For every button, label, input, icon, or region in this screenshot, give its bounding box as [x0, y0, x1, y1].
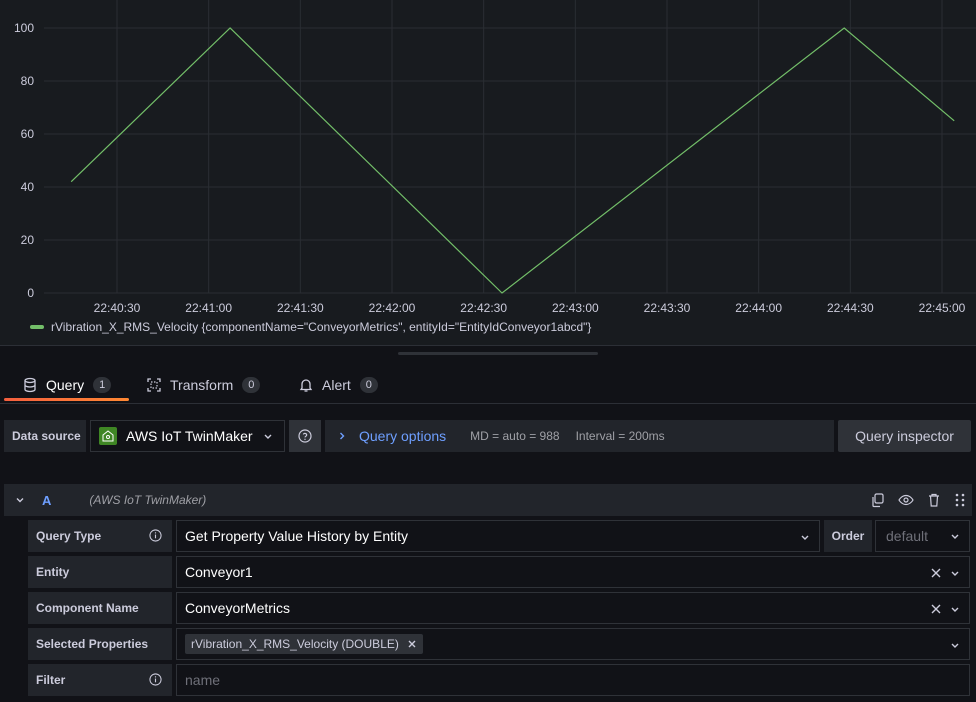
datasource-name: AWS IoT TwinMaker — [126, 428, 253, 444]
datasource-picker[interactable]: AWS IoT TwinMaker — [90, 420, 285, 452]
y-tick-label: 20 — [21, 233, 35, 247]
drag-handle-icon[interactable] — [954, 492, 966, 508]
chevron-down-icon[interactable] — [14, 494, 26, 506]
entity-value: Conveyor1 — [185, 564, 253, 580]
panel-resize-handle[interactable] — [398, 352, 598, 355]
time-series-panel: 0 20 40 60 80 100 22:40:30 22:41:00 22:41:30 22:4… — [0, 0, 976, 346]
tab-alert[interactable]: Alert 0 — [298, 366, 378, 404]
component-name-label: Component Name — [28, 592, 172, 624]
legend-series-label: rVibration_X_RMS_Velocity {componentName… — [51, 320, 592, 334]
x-tick-label: 22:42:00 — [369, 301, 416, 315]
clear-icon[interactable] — [929, 601, 943, 617]
x-tick-label: 22:40:30 — [94, 301, 141, 315]
tab-alert-label: Alert — [322, 377, 351, 393]
x-tick-label: 22:42:30 — [460, 301, 507, 315]
question-circle-icon — [298, 429, 312, 443]
duplicate-icon[interactable] — [870, 492, 886, 508]
tab-transform-label: Transform — [170, 377, 234, 393]
x-tick-label: 22:43:30 — [644, 301, 691, 315]
filter-name-input[interactable]: name — [176, 664, 970, 696]
query-type-select[interactable]: Get Property Value History by Entity — [176, 520, 820, 552]
query-tabs: Query 1 Transform 0 Alert 0 — [0, 366, 976, 404]
datasource-help-button[interactable] — [289, 420, 321, 452]
tab-query-label: Query — [46, 377, 85, 393]
transform-icon — [147, 378, 161, 392]
property-chip: rVibration_X_RMS_Velocity (DOUBLE) — [185, 634, 423, 654]
chevron-down-icon — [264, 434, 272, 439]
entity-label: Entity — [28, 556, 172, 588]
property-chip-label: rVibration_X_RMS_Velocity (DOUBLE) — [191, 637, 399, 651]
tab-transform[interactable]: Transform 0 — [146, 366, 261, 404]
query-type-value: Get Property Value History by Entity — [185, 528, 409, 544]
order-select[interactable]: default — [875, 520, 970, 552]
component-name-value: ConveyorMetrics — [185, 600, 291, 616]
entity-select[interactable]: Conveyor1 — [176, 556, 970, 588]
component-name-select[interactable]: ConveyorMetrics — [176, 592, 970, 624]
x-tick-label: 22:44:00 — [735, 301, 782, 315]
query-type-label-text: Query Type — [36, 529, 102, 543]
active-tab-indicator — [4, 398, 129, 401]
query-datasource-name: (AWS IoT TwinMaker) — [89, 493, 207, 507]
filter-label-text: Filter — [36, 673, 66, 687]
query-ref-id[interactable]: A — [42, 493, 51, 508]
query-options[interactable]: Query options MD = auto = 988 Interval =… — [325, 420, 834, 452]
selected-properties-label: Selected Properties — [28, 628, 172, 660]
bell-icon — [299, 379, 313, 392]
max-data-points: MD = auto = 988 — [470, 429, 560, 443]
query-type-label: Query Type — [28, 520, 172, 552]
filter-placeholder: name — [185, 672, 221, 688]
query-inspector-button[interactable]: Query inspector — [838, 420, 971, 452]
selected-properties-multiselect[interactable]: rVibration_X_RMS_Velocity (DOUBLE) — [176, 628, 970, 660]
order-value: default — [886, 528, 929, 544]
chevron-right-icon — [340, 432, 345, 440]
chevron-down-icon — [951, 534, 959, 539]
clear-icon[interactable] — [929, 565, 943, 581]
chart-legend[interactable]: rVibration_X_RMS_Velocity {componentName… — [30, 320, 591, 334]
info-icon[interactable] — [149, 529, 162, 542]
x-tick-label: 22:41:00 — [185, 301, 232, 315]
database-icon — [24, 377, 36, 393]
tab-transform-count: 0 — [242, 377, 261, 393]
tab-query-count: 1 — [93, 377, 112, 393]
y-tick-label: 40 — [21, 180, 35, 194]
query-row-actions — [870, 492, 966, 508]
chevron-down-icon — [951, 571, 959, 576]
query-options-label: Query options — [359, 428, 447, 444]
legend-swatch — [30, 325, 44, 329]
chart-svg: 0 20 40 60 80 100 22:40:30 22:41:00 22:41:30 22:4… — [14, 0, 976, 315]
tab-alert-count: 0 — [359, 377, 378, 393]
x-tick-label: 22:44:30 — [827, 301, 874, 315]
x-tick-label: 22:41:30 — [277, 301, 324, 315]
remove-chip-icon[interactable] — [407, 639, 417, 649]
chevron-down-icon — [951, 607, 959, 612]
y-tick-label: 60 — [21, 127, 35, 141]
interval: Interval = 200ms — [575, 429, 665, 443]
chevron-down-icon — [801, 535, 809, 540]
query-row-header: A (AWS IoT TwinMaker) — [4, 484, 972, 516]
x-tick-label: 22:43:00 — [552, 301, 599, 315]
eye-icon[interactable] — [898, 492, 914, 508]
series-line — [70, 27, 955, 294]
datasource-label: Data source — [4, 420, 86, 452]
y-tick-label: 0 — [27, 286, 34, 300]
y-tick-label: 100 — [14, 21, 34, 35]
twinmaker-logo-icon — [99, 427, 117, 445]
filter-label: Filter — [28, 664, 172, 696]
y-tick-label: 80 — [21, 74, 35, 88]
trash-icon[interactable] — [926, 492, 942, 508]
x-tick-label: 22:45:00 — [919, 301, 966, 315]
order-label: Order — [824, 520, 872, 552]
info-icon[interactable] — [149, 673, 162, 686]
chevron-down-icon — [951, 643, 959, 648]
